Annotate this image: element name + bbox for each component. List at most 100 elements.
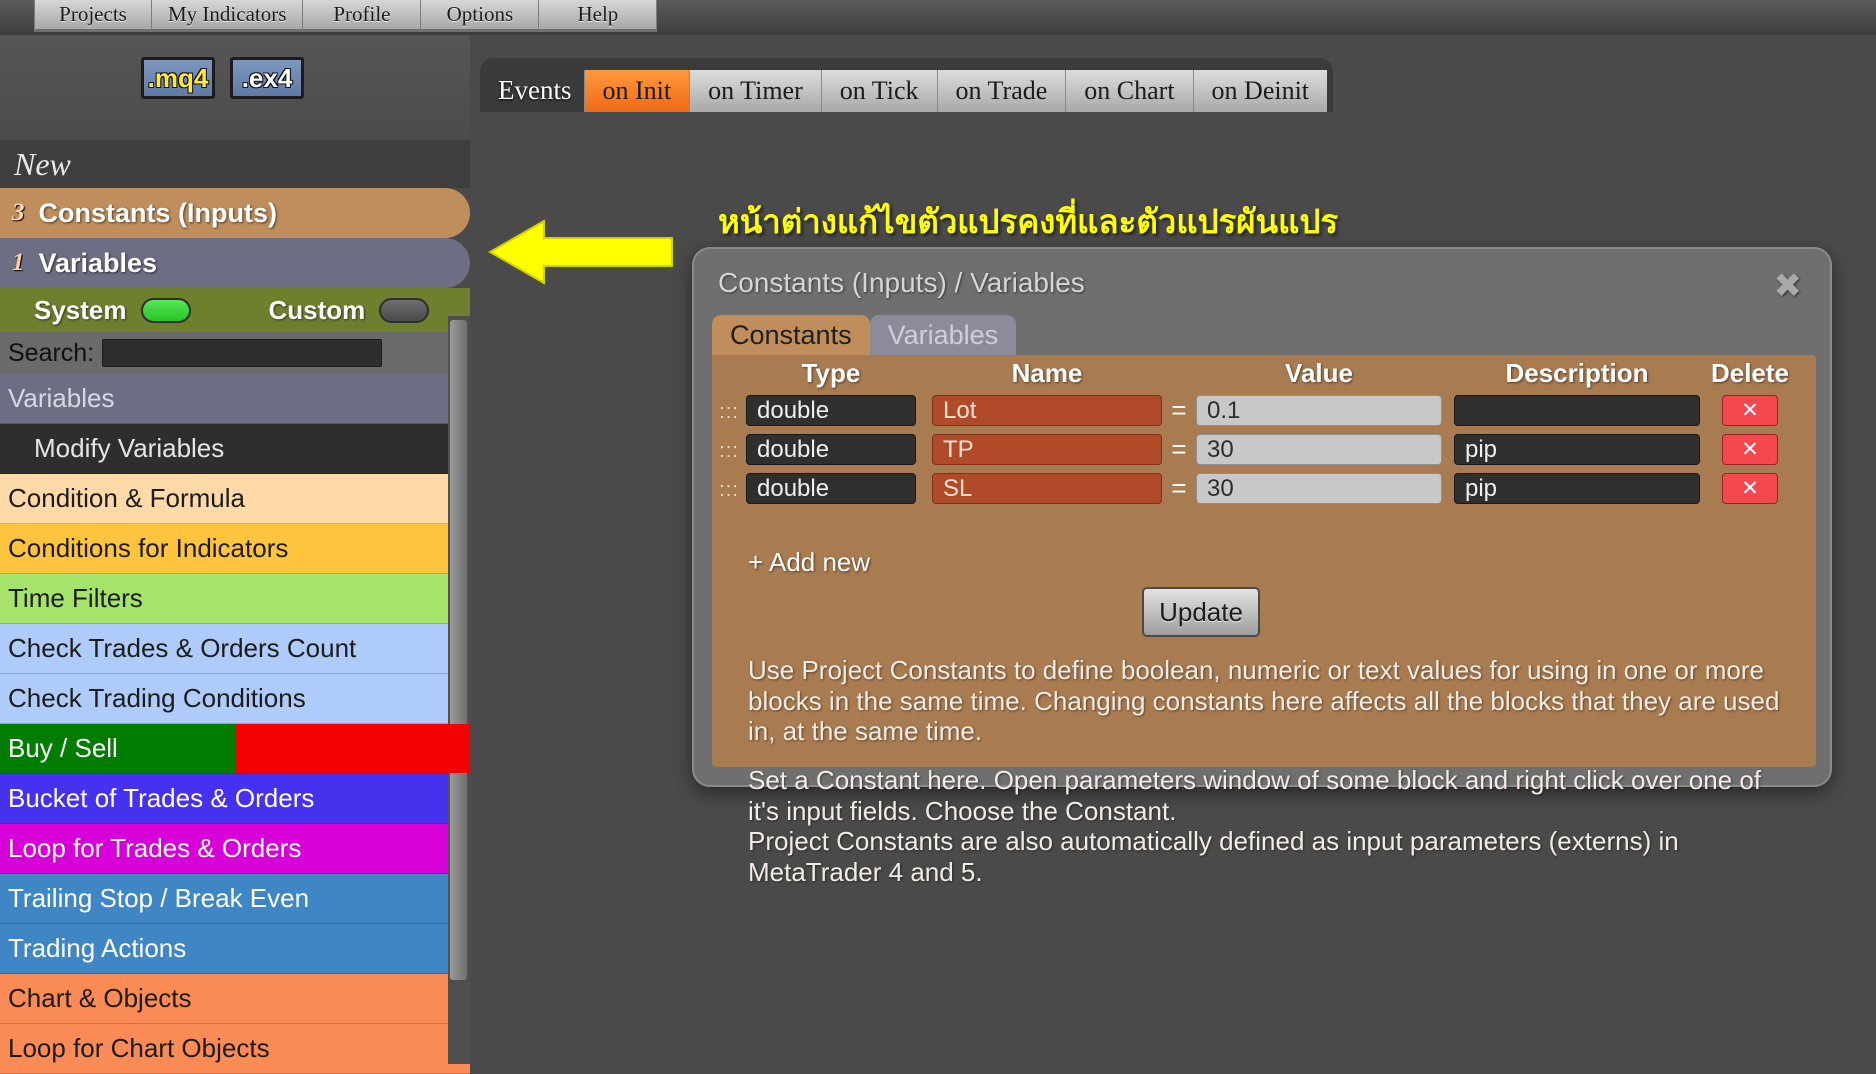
header-delete: Delete — [1710, 357, 1790, 388]
dialog-body: Type Name Value Description Delete ::: do… — [712, 355, 1816, 887]
delete-cell: ✕ — [1700, 395, 1800, 426]
value-field[interactable]: 30 — [1196, 434, 1442, 465]
tab-on-chart[interactable]: on Chart — [1065, 70, 1193, 112]
sidebar-group-constants[interactable]: 3 Constants (Inputs) — [0, 188, 470, 238]
help-paragraph-2: Set a Constant here. Open parameters win… — [748, 765, 1762, 888]
sidebar-item[interactable]: Check Trading Conditions — [0, 674, 470, 724]
custom-toggle-label: Custom — [268, 294, 366, 325]
sidebar-item[interactable]: Variables — [0, 374, 470, 424]
delete-cell: ✕ — [1700, 434, 1800, 465]
table-header-row: Type Name Value Description Delete — [712, 355, 1816, 391]
menu-item-profile[interactable]: Profile — [303, 0, 422, 32]
sidebar-item-label: Loop for Chart Objects — [8, 1033, 270, 1063]
dialog-tabs: Constants Variables — [712, 315, 1017, 355]
close-icon[interactable]: ✖ — [1774, 269, 1803, 303]
sidebar-item[interactable]: Modify Variables — [0, 424, 470, 474]
events-tab-strip: Events on Init on Timer on Tick on Trade… — [480, 58, 1334, 112]
variables-count: 1 — [12, 249, 25, 276]
tab-on-trade[interactable]: on Trade — [936, 70, 1066, 112]
sidebar-item[interactable]: Time Filters — [0, 574, 470, 624]
value-field[interactable]: 30 — [1196, 473, 1442, 504]
name-field[interactable]: Lot — [932, 395, 1162, 426]
sidebar-item[interactable]: Trailing Stop / Break Even — [0, 874, 470, 924]
tab-constants[interactable]: Constants — [712, 315, 870, 355]
menu-item-options[interactable]: Options — [421, 0, 540, 32]
sidebar-item-label: Buy / Sell — [8, 733, 118, 763]
table-row: ::: double SL = 30 pip ✕ — [712, 469, 1816, 508]
name-field[interactable]: TP — [932, 434, 1162, 465]
sidebar-item[interactable]: Conditions for Indicators — [0, 524, 470, 574]
delete-button[interactable]: ✕ — [1722, 473, 1778, 504]
description-field[interactable]: pip — [1454, 473, 1700, 504]
sidebar-item-label: Chart & Objects — [8, 983, 192, 1013]
sidebar-item-label: Condition & Formula — [8, 483, 245, 513]
header-type: Type — [801, 357, 861, 388]
header-name: Name — [1011, 357, 1083, 388]
yellow-arrow-annotation — [487, 219, 673, 285]
sidebar-item[interactable]: Loop for Chart Objects — [0, 1024, 470, 1074]
sidebar-item-label: Check Trading Conditions — [8, 683, 306, 713]
mq4-button[interactable]: .mq4 — [141, 57, 215, 99]
sidebar-scrollbar-track[interactable] — [448, 316, 470, 1064]
description-field[interactable] — [1454, 395, 1700, 426]
sidebar-item[interactable]: Loop for Trades & Orders — [0, 824, 470, 874]
sidebar-item[interactable]: Buy / Sell — [0, 724, 470, 774]
help-paragraph-1: Use Project Constants to define boolean,… — [748, 655, 1780, 747]
type-field[interactable]: double — [746, 473, 916, 504]
drag-handle-icon[interactable]: ::: — [712, 480, 746, 500]
sidebar-group-variables[interactable]: 1 Variables — [0, 238, 470, 288]
sidebar-item[interactable]: Chart & Objects — [0, 974, 470, 1024]
tab-on-init[interactable]: on Init — [583, 70, 690, 112]
tab-on-tick[interactable]: on Tick — [820, 70, 937, 112]
equals-sign: = — [1171, 473, 1187, 503]
custom-toggle[interactable] — [379, 297, 430, 323]
menu-item-help[interactable]: Help — [539, 0, 658, 32]
sidebar-item[interactable]: Condition & Formula — [0, 474, 470, 524]
ex4-button[interactable]: .ex4 — [230, 57, 304, 99]
constants-count: 3 — [12, 199, 25, 226]
sidebar-item-label: Time Filters — [8, 583, 143, 613]
events-label: Events — [498, 75, 572, 105]
delete-button[interactable]: ✕ — [1722, 434, 1778, 465]
dialog-title: Constants (Inputs) / Variables — [718, 267, 1085, 298]
drag-handle-icon[interactable]: ::: — [712, 441, 746, 461]
menu-item-projects[interactable]: Projects — [34, 0, 152, 32]
system-toggle[interactable] — [140, 297, 191, 323]
search-input[interactable] — [102, 339, 383, 367]
tab-variables[interactable]: Variables — [869, 315, 1017, 355]
description-field[interactable]: pip — [1454, 434, 1700, 465]
workspace: .mq4 .ex4 Events on Init on Timer on Tic… — [0, 35, 1876, 1074]
sidebar-item-label: Trailing Stop / Break Even — [8, 883, 310, 913]
header-value: Value — [1285, 357, 1353, 388]
sidebar-block-list: Variables Modify Variables Condition & For… — [0, 374, 470, 1074]
menu-item-my-indicators[interactable]: My Indicators — [152, 0, 304, 32]
sidebar-item[interactable]: Trading Actions — [0, 924, 470, 974]
tab-on-deinit[interactable]: on Deinit — [1192, 70, 1328, 112]
dialog-help-text: Use Project Constants to define boolean,… — [748, 655, 1788, 888]
delete-button[interactable]: ✕ — [1722, 395, 1778, 426]
value-field[interactable]: 0.1 — [1196, 395, 1442, 426]
sidebar-new-label[interactable]: New — [0, 140, 470, 188]
name-field[interactable]: SL — [932, 473, 1162, 504]
sidebar-item-label: Bucket of Trades & Orders — [8, 783, 315, 813]
sidebar-scrollbar-thumb[interactable] — [450, 320, 467, 980]
add-new-button[interactable]: + Add new — [748, 547, 870, 578]
sidebar-item[interactable]: Bucket of Trades & Orders — [0, 774, 470, 824]
sidebar-item-label: Loop for Trades & Orders — [8, 833, 302, 863]
constants-label: Constants (Inputs) — [38, 197, 277, 228]
type-field[interactable]: double — [746, 395, 916, 426]
sidebar-item-label: Conditions for Indicators — [8, 533, 289, 563]
search-label: Search: — [8, 338, 95, 367]
sidebar-item-label: Variables — [8, 383, 115, 413]
constants-variables-dialog: Constants (Inputs) / Variables ✖ Constan… — [692, 247, 1832, 887]
table-row: ::: double Lot = 0.1 ✕ — [712, 391, 1816, 430]
tab-on-timer[interactable]: on Timer — [689, 70, 821, 112]
sidebar-item-label: Modify Variables — [34, 433, 225, 463]
drag-handle-icon[interactable]: ::: — [712, 402, 746, 422]
sidebar: New 3 Constants (Inputs) 1 Variables Sys… — [0, 140, 470, 1074]
delete-cell: ✕ — [1700, 473, 1800, 504]
update-button[interactable]: Update — [1142, 587, 1260, 637]
system-custom-toggle-row: System Custom — [0, 288, 470, 332]
sidebar-item[interactable]: Check Trades & Orders Count — [0, 624, 470, 674]
type-field[interactable]: double — [746, 434, 916, 465]
